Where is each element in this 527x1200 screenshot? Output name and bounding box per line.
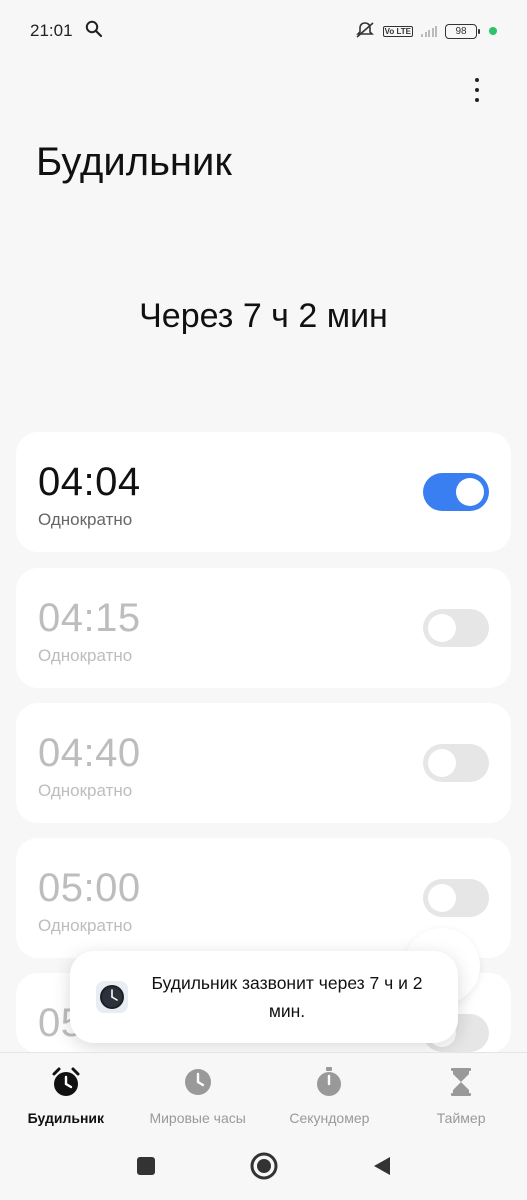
alarm-time: 04:15 (38, 596, 141, 640)
alarm-icon (49, 1065, 83, 1104)
tab-alarm[interactable]: Будильник (0, 1053, 132, 1136)
status-time: 21:01 (30, 21, 73, 40)
tab-timer[interactable]: Таймер (395, 1053, 527, 1136)
privacy-indicator-icon (489, 27, 497, 35)
hourglass-icon (444, 1065, 478, 1104)
alarm-repeat: Однократно (38, 781, 133, 800)
search-icon (85, 20, 103, 43)
alarm-time: 05:00 (38, 866, 141, 910)
tab-stopwatch[interactable]: Секундомер (264, 1053, 396, 1136)
tab-label: Будильник (27, 1110, 105, 1126)
alarm-toggle[interactable] (423, 609, 489, 647)
status-bar: 21:01 Vo LTE 98 (0, 0, 527, 62)
toast-message: Будильник зазвонит через 7 ч и 2 мин. (70, 951, 458, 1043)
alarm-toggle[interactable] (423, 744, 489, 782)
alarm-card[interactable]: 04:40 Однократно (16, 703, 511, 823)
battery-level: 98 (455, 25, 467, 37)
page-title: Будильник (36, 140, 232, 184)
tab-world-clock[interactable]: Мировые часы (132, 1053, 264, 1136)
vibrate-off-icon (355, 21, 375, 42)
recents-button[interactable] (135, 1155, 157, 1182)
tab-label: Мировые часы (149, 1110, 246, 1126)
alarm-time: 04:40 (38, 731, 141, 775)
stopwatch-icon (312, 1065, 346, 1104)
alarm-repeat: Однократно (38, 916, 133, 935)
home-button[interactable] (249, 1151, 279, 1186)
volte-badge: Vo LTE (382, 25, 413, 37)
world-clock-icon (181, 1065, 215, 1104)
back-button[interactable] (371, 1155, 393, 1182)
alarm-toggle[interactable] (423, 879, 489, 917)
alarm-toggle[interactable] (423, 473, 489, 511)
battery-icon: 98 (445, 23, 480, 39)
alarm-card[interactable]: 04:04 Однократно (16, 432, 511, 552)
bottom-nav: Будильник Мировые часы Секундомер Таймер (0, 1052, 527, 1136)
alarm-repeat: Однократно (38, 646, 133, 665)
signal-icon (421, 25, 437, 37)
tab-label: Таймер (436, 1110, 486, 1126)
next-alarm-countdown: Через 7 ч 2 мин (139, 297, 388, 335)
alarm-repeat: Однократно (38, 510, 133, 529)
tab-label: Секундомер (289, 1110, 370, 1126)
clock-icon (96, 981, 128, 1013)
system-navigation-bar (0, 1136, 527, 1200)
alarm-time: 04:04 (38, 460, 141, 504)
toast-text: Будильник зазвонит через 7 ч и 2 мин. (151, 973, 423, 1021)
alarm-card[interactable]: 04:15 Однократно (16, 568, 511, 688)
more-vertical-icon[interactable] (465, 76, 489, 104)
